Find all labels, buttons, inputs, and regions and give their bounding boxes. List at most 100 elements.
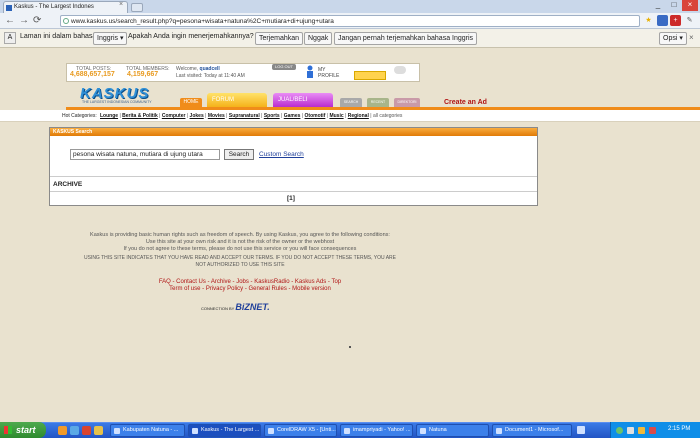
browser-tab[interactable]: Kaskus - The Largest Indones: [3, 1, 128, 13]
start-button[interactable]: start: [0, 422, 46, 438]
taskbar-item[interactable]: Natuna: [416, 424, 489, 437]
chrome-quicklaunch-icon[interactable]: [82, 426, 91, 435]
nav-home[interactable]: HOME: [180, 98, 202, 107]
start-label: start: [16, 425, 36, 435]
total-posts-value: 4,688,657,157: [70, 71, 115, 78]
tab-close-icon[interactable]: ×: [119, 1, 123, 8]
custom-search-link[interactable]: Custom Search: [259, 151, 304, 158]
extension-icon[interactable]: [657, 15, 668, 26]
forward-arrow-icon[interactable]: →: [19, 15, 29, 26]
tray-network-icon[interactable]: [616, 427, 623, 434]
language-select[interactable]: Inggris ▾: [93, 32, 128, 45]
translate-lead-text: Laman ini dalam bahasa: [20, 33, 97, 40]
category-link[interactable]: Music: [329, 113, 343, 119]
options-button[interactable]: Opsi ▾: [659, 32, 687, 45]
category-link[interactable]: Computer: [162, 113, 186, 119]
category-link[interactable]: Lounge: [100, 113, 118, 119]
category-link[interactable]: Sports: [264, 113, 280, 119]
stray-dot: [349, 346, 351, 348]
nav-forum[interactable]: FORUM: [207, 93, 267, 107]
translate-question-text: Apakah Anda ingin menerjemahkannya?: [128, 33, 254, 40]
welcome-prefix: Welcome,: [176, 66, 199, 72]
terms-line: NOT AUTHORIZED TO USE THIS SITE: [195, 262, 285, 268]
all-categories-link[interactable]: all categories: [373, 113, 402, 119]
taskbar-item[interactable]: imampriyadi - Yahoo! ...: [340, 424, 413, 437]
taskbar-item[interactable]: CorelDRAW X5 - [Unti...: [264, 424, 337, 437]
search-panel-heading: KASKUS Search: [50, 128, 537, 136]
translate-icon: A: [4, 32, 16, 44]
url-text: www.kaskus.us/search_result.php?q=pesona…: [71, 18, 334, 25]
taskbar-item-active[interactable]: Kaskus - The Largest ...: [188, 424, 261, 437]
search-input[interactable]: pesona wisata natuna, mutiara di ujung u…: [70, 149, 220, 160]
nav-small-3[interactable]: DIREKTORI: [394, 98, 420, 107]
never-translate-button[interactable]: Jangan pernah terjemahkan bahasa Inggris: [334, 32, 478, 45]
footer-links[interactable]: FAQ - Contact Us - Archive - Jobs - Kask…: [120, 279, 380, 293]
category-link[interactable]: Regional: [348, 113, 369, 119]
tray-app-icon[interactable]: [638, 427, 645, 434]
cloud-icon: [394, 66, 406, 74]
terms-notice: USING THIS SITE INDICATES THAT YOU HAVE …: [45, 255, 435, 269]
pagination[interactable]: [1]: [287, 195, 295, 202]
nav-jualbeli[interactable]: JUAL/BELI: [273, 93, 333, 107]
language-select-value: Inggris: [97, 35, 119, 42]
firefox-quicklaunch-icon[interactable]: [58, 426, 67, 435]
logo-tagline: THE LARGEST INDONESIAN COMMUNITY: [82, 100, 152, 104]
disclaimer-line: If you do not agree to these terms, plea…: [123, 246, 357, 252]
taskbar-expand-icon[interactable]: [577, 426, 585, 434]
biznet-logo: CONNECTION BY BiZNET.: [201, 302, 270, 312]
notification-box[interactable]: [354, 71, 386, 80]
translate-button[interactable]: Terjemahkan: [255, 32, 304, 45]
taskbar-clock: 2:15 PM: [668, 426, 691, 432]
nope-button[interactable]: Nggak: [304, 32, 333, 45]
maximize-button[interactable]: □: [666, 0, 682, 11]
tray-volume-icon[interactable]: [627, 427, 634, 434]
windows-flag-icon: [4, 426, 12, 434]
connection-label: CONNECTION BY: [201, 306, 235, 311]
profile-person-icon: [307, 65, 313, 78]
nav-small-2[interactable]: RECENT: [367, 98, 389, 107]
logout-button[interactable]: LOG OUT: [272, 64, 296, 70]
category-link[interactable]: Jokes: [190, 113, 204, 119]
biznet-brand: BiZNET.: [235, 302, 270, 312]
options-label: Opsi: [663, 35, 678, 42]
close-window-button[interactable]: ×: [682, 0, 698, 11]
welcome-text: Welcome, quadcell Last visited: Today at…: [176, 66, 245, 80]
divider: [50, 191, 537, 192]
back-arrow-icon[interactable]: ←: [5, 15, 15, 26]
address-bar[interactable]: www.kaskus.us/search_result.php?q=pesona…: [60, 15, 640, 27]
footer-links-line[interactable]: Term of use - Privacy Policy - General R…: [120, 286, 380, 293]
new-tab-button[interactable]: [131, 3, 143, 12]
star-icon[interactable]: ★: [643, 15, 654, 26]
reload-icon[interactable]: ⟳: [33, 15, 41, 26]
disclaimer-line: Kaskus is providing basic human rights s…: [90, 232, 390, 238]
category-link[interactable]: Games: [284, 113, 301, 119]
category-link[interactable]: Otomotif: [305, 113, 326, 119]
create-ad-link[interactable]: Create an Ad: [444, 99, 487, 106]
category-link[interactable]: Supranatural: [229, 113, 260, 119]
taskbar-item[interactable]: Document1 - Microsof...: [492, 424, 572, 437]
username-link[interactable]: quadcell: [200, 66, 220, 72]
my-profile-link[interactable]: MY PROFILE: [318, 67, 339, 79]
category-link[interactable]: Berita & Politik: [122, 113, 158, 119]
nav-small-1[interactable]: SEARCH: [340, 98, 362, 107]
archive-heading: ARCHIVE: [53, 181, 83, 188]
footer-links-line[interactable]: FAQ - Contact Us - Archive - Jobs - Kask…: [120, 279, 380, 286]
tab-title: Kaskus - The Largest Indones: [14, 4, 94, 10]
addon-plus-icon[interactable]: +: [670, 15, 681, 26]
taskbar-item[interactable]: Kabupaten Natuna - ...: [110, 424, 185, 437]
search-button[interactable]: Search: [224, 149, 254, 160]
close-translate-icon[interactable]: ×: [689, 33, 694, 42]
ie-quicklaunch-icon[interactable]: [70, 426, 79, 435]
category-link[interactable]: Movies: [208, 113, 225, 119]
hot-categories-label: Hot Categories:: [62, 113, 97, 119]
disclaimer-text: Kaskus is providing basic human rights s…: [50, 232, 430, 253]
divider: [50, 176, 537, 177]
kaskus-favicon-icon: [6, 5, 12, 11]
folder-quicklaunch-icon[interactable]: [94, 426, 103, 435]
globe-icon: [63, 18, 69, 24]
disclaimer-line: Use this site at your own risk and it is…: [145, 239, 335, 245]
minimize-button[interactable]: _: [650, 0, 666, 11]
wrench-icon[interactable]: ✎: [684, 15, 695, 26]
category-list: Lounge | Berita & Politik | Computer | J…: [100, 113, 403, 119]
tray-security-icon[interactable]: [649, 427, 656, 434]
